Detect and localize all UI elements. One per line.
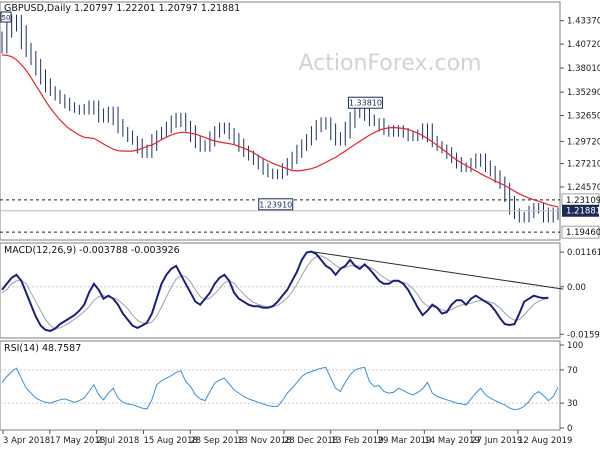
- price-tick-label: 1.40720: [567, 40, 600, 50]
- price-box-label: 1.21881: [566, 207, 600, 217]
- x-tick-label: 3 Apr 2018: [3, 436, 50, 446]
- annotation-label: 1.33810: [349, 99, 382, 108]
- price-tick-label: 1.38010: [567, 64, 600, 74]
- x-tick-label: 29 Mar 2019: [378, 436, 432, 446]
- price-tick-label: 1.43370: [567, 17, 600, 27]
- ma-tag-label: 50: [2, 14, 11, 22]
- rsi-tick-label: 30: [567, 399, 578, 409]
- rsi-tick-label: 100: [567, 341, 583, 351]
- price-tick-label: 1.35290: [567, 88, 600, 98]
- chart-canvas: ActionForex.com 1.231091.21881 1.19460 1.…: [0, 0, 600, 450]
- price-tick-label: 1.32650: [567, 111, 600, 121]
- ma-tag: 50: [0, 11, 12, 23]
- level-label: 1.19460: [566, 228, 600, 238]
- macd-tick-label: 0.00: [567, 283, 586, 293]
- macd-title: MACD(12,26,9) -0.003788 -0.003926: [4, 245, 180, 256]
- level-label: 1.23109: [566, 196, 600, 206]
- x-tick-label: 27 Jun 2019: [471, 436, 522, 446]
- macd-tick-label: 0.011619: [567, 248, 600, 258]
- rsi-title: RSI(14) 48.7587: [4, 343, 81, 354]
- x-tick-label: 12 Aug 2019: [518, 436, 572, 446]
- macd-tick-label: -0.015949: [567, 330, 600, 340]
- rsi-tick-label: 70: [567, 366, 578, 376]
- x-tick-label: 13 Feb 2019: [331, 436, 384, 446]
- rsi-tick-label: 0: [567, 424, 572, 434]
- annotation-label: 1.23910: [259, 200, 292, 209]
- watermark: ActionForex.com: [299, 51, 482, 76]
- price-tick-label: 1.27210: [567, 160, 600, 170]
- x-tick-label: 2 Jul 2018: [97, 436, 140, 446]
- price-tick-label: 1.29720: [567, 137, 600, 147]
- price-tick-label: 1.24570: [567, 183, 600, 193]
- x-tick-label: 28 Sep 2018: [190, 436, 244, 446]
- chart-header: GBPUSD,Daily 1.20797 1.22201 1.20797 1.2…: [4, 3, 240, 14]
